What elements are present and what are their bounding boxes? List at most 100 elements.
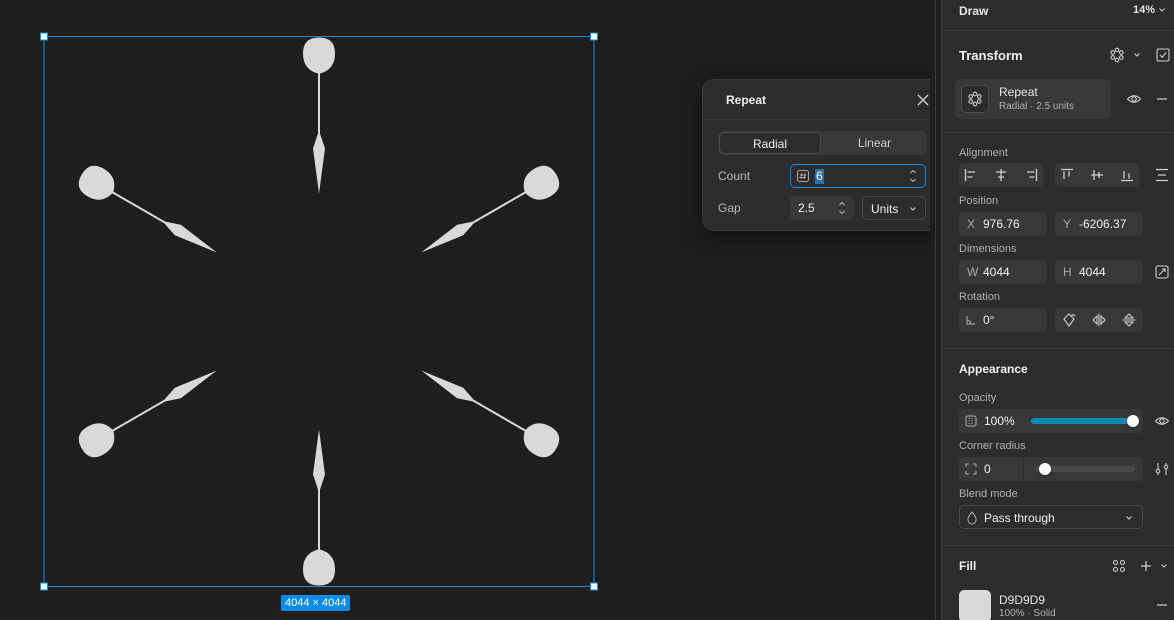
opacity-slider-fill xyxy=(1031,418,1133,424)
field-divider xyxy=(1023,457,1024,481)
zoom-level[interactable]: 14% xyxy=(1133,4,1155,16)
flip-vertical-icon[interactable] xyxy=(1121,312,1137,328)
repeat-radial-icon[interactable] xyxy=(1109,47,1125,63)
corner-radius-value: 0 xyxy=(984,462,991,476)
tab-linear[interactable]: Linear xyxy=(823,132,926,154)
fill-detail: 100% · Solid xyxy=(999,608,1056,619)
divider xyxy=(942,30,1174,31)
canvas[interactable]: 4044 × 4044 Repeat Radial Linear Count 6… xyxy=(0,0,942,620)
add-fill-icon[interactable] xyxy=(1138,558,1154,574)
corner-radius-field[interactable]: 0 xyxy=(959,457,1143,481)
fill-title: Fill xyxy=(959,559,977,573)
width-field[interactable]: W 4044 xyxy=(959,260,1047,284)
align-left-icon[interactable] xyxy=(963,167,979,183)
close-icon[interactable] xyxy=(915,92,931,108)
styles-grid-icon[interactable] xyxy=(1111,558,1127,574)
align-horizontal-center-icon[interactable] xyxy=(993,167,1009,183)
count-label: Count xyxy=(718,169,751,183)
count-value: 6 xyxy=(815,169,824,184)
w-prefix: W xyxy=(967,265,979,279)
repeat-card-icon-box xyxy=(961,85,989,113)
h-prefix: H xyxy=(1063,265,1072,279)
align-right-icon[interactable] xyxy=(1023,167,1039,183)
height-field[interactable]: H 4044 xyxy=(1055,260,1143,284)
blend-drop-icon xyxy=(967,511,977,525)
rotate-flip-group xyxy=(1055,308,1143,332)
opacity-slider-thumb[interactable] xyxy=(1127,415,1139,427)
rotation-value: 0° xyxy=(983,313,995,327)
corner-radius-icon xyxy=(965,463,977,475)
distribute-icon[interactable] xyxy=(1154,167,1170,183)
angle-icon xyxy=(966,316,975,325)
rotation-label: Rotation xyxy=(959,291,1000,303)
rotation-field[interactable]: 0° xyxy=(959,308,1047,332)
repeat-card-title: Repeat xyxy=(999,85,1038,99)
repeat-instance[interactable] xyxy=(413,357,564,463)
x-prefix: X xyxy=(967,217,976,231)
flip-horizontal-icon[interactable] xyxy=(1091,312,1107,328)
gap-stepper-icon[interactable] xyxy=(838,200,846,216)
divider xyxy=(942,132,1174,133)
fill-color-swatch[interactable] xyxy=(959,590,991,620)
remove-fill-icon[interactable] xyxy=(1154,597,1170,613)
count-stepper-icon[interactable] xyxy=(909,168,917,184)
tab-radial[interactable]: Radial xyxy=(719,132,821,154)
repeat-effect-card[interactable]: Repeat Radial · 2.5 units xyxy=(955,79,1111,119)
popover-title: Repeat xyxy=(726,93,767,107)
eye-icon[interactable] xyxy=(1126,91,1142,107)
checkbox-icon[interactable] xyxy=(1155,47,1171,63)
resize-handle-bottom-right[interactable] xyxy=(590,582,598,591)
draw-label: Draw xyxy=(959,4,989,18)
gap-input[interactable]: 2.5 xyxy=(790,196,854,220)
resize-handle-bottom-left[interactable] xyxy=(40,582,48,591)
align-bottom-icon[interactable] xyxy=(1119,167,1135,183)
y-position-field[interactable]: Y -6206.37 xyxy=(1055,212,1143,236)
units-select[interactable]: Units xyxy=(862,196,926,220)
repeat-card-subtitle: Radial · 2.5 units xyxy=(999,101,1075,112)
appearance-title: Appearance xyxy=(959,362,1028,376)
alignment-label: Alignment xyxy=(959,147,1008,159)
opacity-slider-track[interactable] xyxy=(1031,418,1133,424)
zoom-chevron-down-icon[interactable] xyxy=(1158,4,1166,16)
independent-corners-icon[interactable] xyxy=(1154,461,1170,477)
panel-divider[interactable] xyxy=(935,0,936,620)
hash-icon xyxy=(797,170,809,182)
dimensions-label: Dimensions xyxy=(959,243,1017,255)
repeat-radial-icon xyxy=(968,91,982,107)
resize-handle-top-right[interactable] xyxy=(590,32,598,41)
repeat-popover: Repeat Radial Linear Count 6 Gap 2.5 Uni… xyxy=(702,79,942,231)
chevron-down-icon[interactable] xyxy=(1160,562,1168,570)
chevron-down-icon[interactable] xyxy=(1133,51,1141,59)
chevron-down-icon xyxy=(910,207,916,211)
opacity-value: 100% xyxy=(984,414,1015,428)
align-top-icon[interactable] xyxy=(1059,167,1075,183)
dimensions-badge: 4044 × 4044 xyxy=(281,595,351,611)
blend-mode-value: Pass through xyxy=(984,511,1055,525)
constrain-proportions-icon[interactable] xyxy=(1154,264,1170,280)
repeat-instance[interactable] xyxy=(303,37,335,194)
resize-handle-top-left[interactable] xyxy=(40,32,48,41)
chevron-down-icon xyxy=(1126,516,1132,520)
gap-value: 2.5 xyxy=(798,201,815,215)
repeat-instance[interactable] xyxy=(303,429,335,586)
divider xyxy=(942,545,1174,546)
opacity-icon xyxy=(965,415,977,427)
remove-icon[interactable] xyxy=(1154,91,1170,107)
radial-repeat-shapes[interactable] xyxy=(74,37,565,586)
repeat-instance[interactable] xyxy=(413,161,564,267)
x-position-field[interactable]: X 976.76 xyxy=(959,212,1047,236)
opacity-field[interactable]: 100% xyxy=(959,409,1143,433)
repeat-instance[interactable] xyxy=(74,357,225,463)
eye-icon[interactable] xyxy=(1154,413,1170,429)
width-value: 4044 xyxy=(983,265,1010,279)
align-vertical-center-icon[interactable] xyxy=(1089,167,1105,183)
units-value: Units xyxy=(871,202,899,216)
blend-mode-select[interactable]: Pass through xyxy=(959,505,1143,529)
y-value: -6206.37 xyxy=(1079,217,1127,231)
repeat-instance[interactable] xyxy=(74,161,225,267)
opacity-label: Opacity xyxy=(959,392,997,404)
rotate-icon[interactable] xyxy=(1061,312,1077,328)
corner-radius-slider-thumb[interactable] xyxy=(1039,463,1051,475)
fill-hex[interactable]: D9D9D9 xyxy=(999,593,1045,607)
count-input[interactable]: 6 xyxy=(790,164,926,188)
